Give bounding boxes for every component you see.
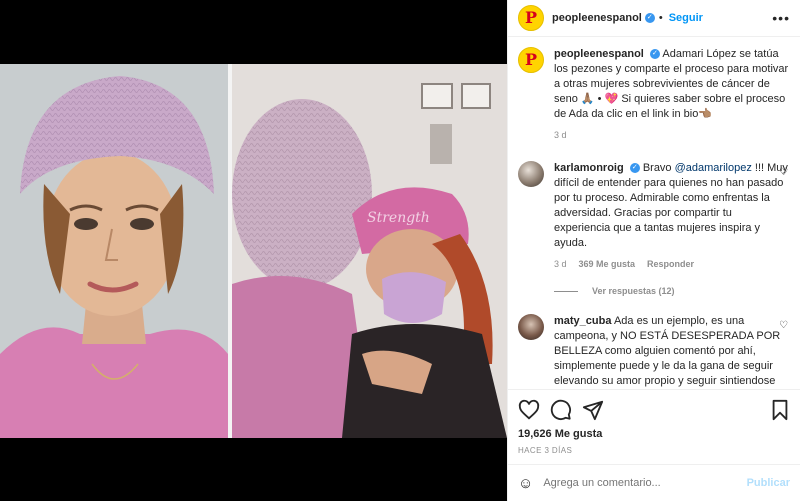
follow-button[interactable]: Seguir bbox=[669, 12, 703, 24]
bookmark-icon[interactable] bbox=[770, 399, 790, 421]
comment-text-after: !!! Muy difícil de entender para quienes… bbox=[554, 162, 788, 249]
comment-input[interactable] bbox=[543, 477, 724, 489]
caption-avatar[interactable]: P bbox=[518, 47, 544, 73]
comment-item: maty_cuba Ada es un ejemplo, es una camp… bbox=[518, 314, 790, 387]
post-timestamp[interactable]: HACE 3 DÍAS bbox=[518, 446, 790, 455]
comment-age[interactable]: 3 d bbox=[554, 257, 567, 272]
comment-like-heart-icon[interactable]: ♡ bbox=[779, 167, 788, 178]
comment-likes[interactable]: 369 Me gusta bbox=[579, 257, 636, 272]
post-actions: 19,626 Me gusta HACE 3 DÍAS bbox=[508, 389, 800, 455]
comment-text-before: Bravo bbox=[642, 162, 675, 174]
replies-line bbox=[554, 290, 578, 292]
view-replies-label: Ver respuestas (12) bbox=[592, 286, 675, 296]
emoji-icon[interactable]: ☺ bbox=[518, 475, 533, 492]
publish-button[interactable]: Publicar bbox=[747, 477, 790, 489]
svg-text:Strength: Strength bbox=[367, 210, 430, 226]
verified-badge-icon: ✓ bbox=[649, 49, 660, 60]
comment-username[interactable]: karlamonroig bbox=[554, 162, 624, 174]
post-caption: P peopleenespanol ✓ Adamari López se tat… bbox=[518, 47, 790, 143]
add-comment-bar: ☺ Publicar bbox=[508, 464, 800, 501]
commenter-avatar[interactable] bbox=[518, 314, 544, 340]
account-avatar[interactable]: P bbox=[518, 5, 544, 31]
post-likes-count[interactable]: 19,626 Me gusta bbox=[518, 428, 790, 440]
comments-panel: P peopleenespanol ✓ • Seguir ••• P peopl… bbox=[507, 0, 800, 501]
verified-badge-icon: ✓ bbox=[644, 13, 655, 23]
caption-username[interactable]: peopleenespanol bbox=[554, 48, 644, 60]
reply-button[interactable]: Responder bbox=[647, 257, 694, 272]
comments-scroll[interactable]: P peopleenespanol ✓ Adamari López se tat… bbox=[508, 37, 800, 387]
separator-dot: • bbox=[658, 12, 663, 24]
more-horizontal-icon[interactable]: ••• bbox=[772, 10, 790, 26]
comment-mention[interactable]: @adamarilopez bbox=[675, 162, 752, 174]
comment-username[interactable]: maty_cuba bbox=[554, 315, 611, 327]
commenter-avatar[interactable] bbox=[518, 161, 544, 187]
verified-badge-icon: ✓ bbox=[629, 163, 640, 174]
caption-age[interactable]: 3 d bbox=[554, 128, 567, 143]
instagram-post-modal: Strength P peopleenespanol ✓ • Seguir ••… bbox=[0, 0, 800, 501]
post-header: P peopleenespanol ✓ • Seguir ••• bbox=[508, 0, 800, 37]
send-icon[interactable] bbox=[582, 399, 604, 421]
account-username[interactable]: peopleenespanol bbox=[552, 12, 642, 24]
photo-portrait bbox=[0, 64, 228, 438]
comment-like-heart-icon[interactable]: ♡ bbox=[779, 320, 788, 331]
heart-icon[interactable] bbox=[518, 399, 540, 421]
photo-tattoo-session: Strength bbox=[232, 64, 507, 438]
comment-icon[interactable] bbox=[550, 399, 572, 421]
comment-item: karlamonroig ✓ Bravo @adamarilopez !!! M… bbox=[518, 161, 790, 272]
view-replies-button[interactable]: Ver respuestas (12) bbox=[554, 286, 790, 296]
post-media[interactable]: Strength bbox=[0, 0, 507, 501]
